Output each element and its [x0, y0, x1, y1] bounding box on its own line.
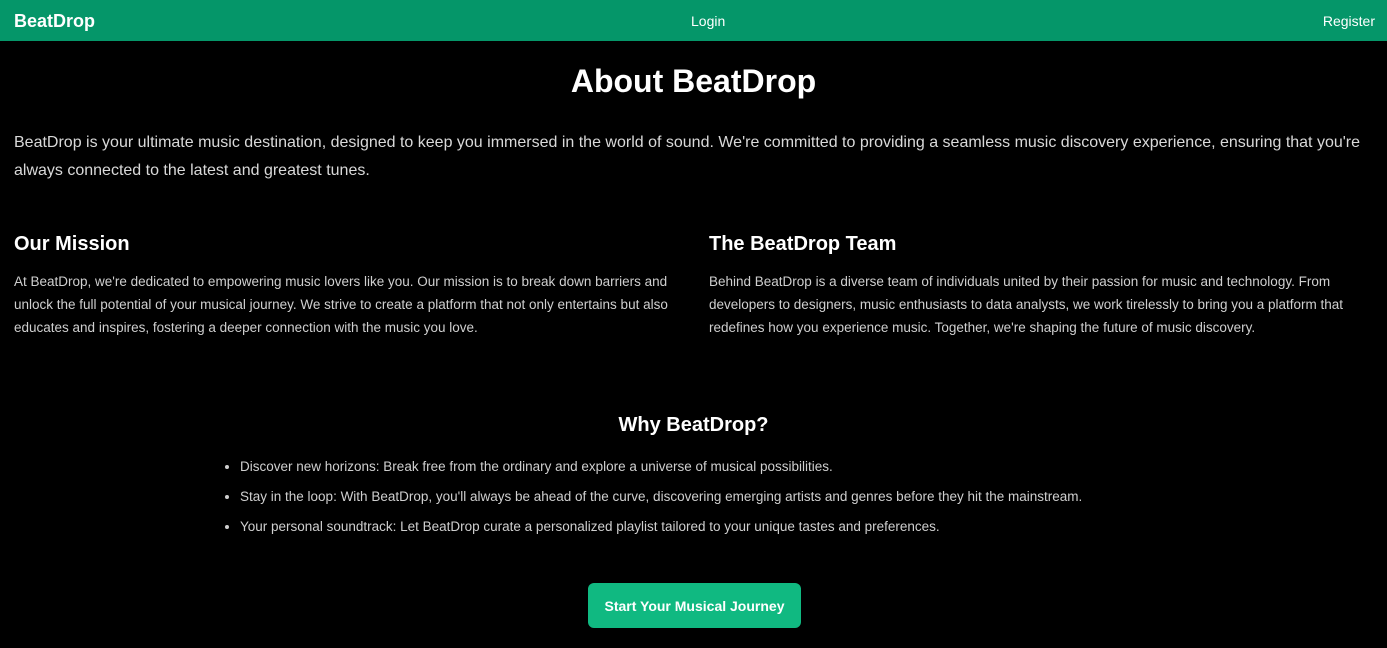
mission-text: At BeatDrop, we're dedicated to empoweri… — [14, 274, 668, 335]
navbar: BeatDrop Login Register — [0, 0, 1387, 41]
list-item: Your personal soundtrack: Let BeatDrop c… — [240, 515, 1082, 539]
mission-section: Our Mission At BeatDrop, we're dedicated… — [14, 230, 674, 339]
page-title: About BeatDrop — [570, 63, 817, 99]
team-heading: The BeatDrop Team — [709, 233, 897, 255]
why-list: Discover new horizons: Break free from t… — [222, 455, 1082, 545]
why-heading: Why BeatDrop? — [618, 414, 769, 436]
intro-paragraph: BeatDrop is your ultimate music destinat… — [14, 134, 1361, 179]
mission-heading: Our Mission — [14, 233, 130, 255]
list-item: Discover new horizons: Break free from t… — [240, 455, 1082, 479]
start-journey-button[interactable]: Start Your Musical Journey — [588, 583, 801, 628]
team-text: Behind BeatDrop is a diverse team of ind… — [709, 274, 1344, 335]
team-section: The BeatDrop Team Behind BeatDrop is a d… — [709, 230, 1359, 339]
list-item: Stay in the loop: With BeatDrop, you'll … — [240, 485, 1082, 509]
brand-logo-link[interactable]: BeatDrop — [14, 10, 95, 32]
login-link[interactable]: Login — [691, 12, 725, 30]
register-link[interactable]: Register — [1323, 12, 1375, 30]
